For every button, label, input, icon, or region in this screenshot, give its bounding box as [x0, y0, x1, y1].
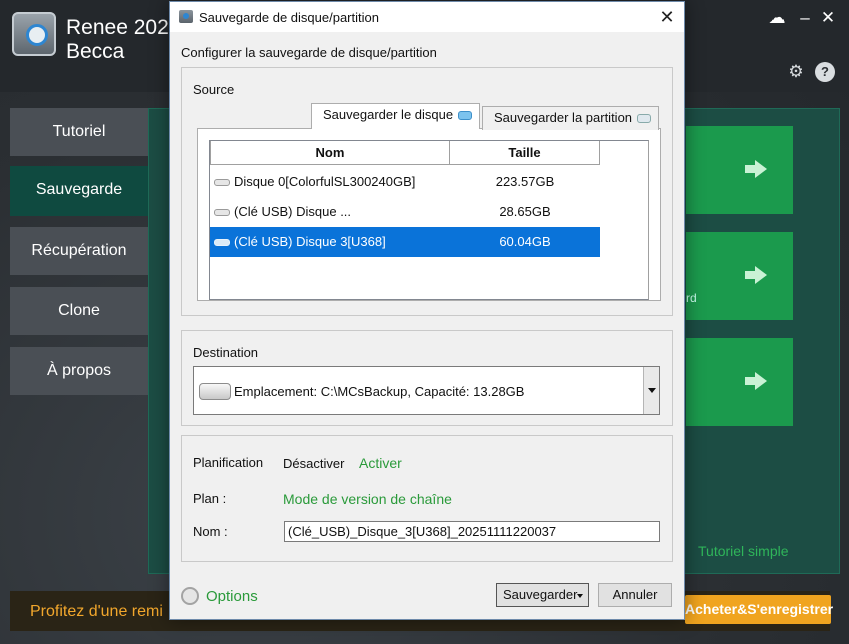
simple-tutorial-link[interactable]: Tutoriel simple [698, 543, 789, 559]
feature-tile-1[interactable] [686, 126, 793, 214]
schedule-enable-link[interactable]: Activer [359, 455, 402, 471]
usb-disk-icon [214, 239, 230, 246]
schedule-disable-option[interactable]: Désactiver [283, 456, 344, 471]
arrow-right-icon [745, 160, 767, 178]
feature-tile-2[interactable] [686, 232, 793, 320]
disk-list: Nom Taille Disque 0[ColorfulSL300240GB] … [209, 140, 649, 300]
cancel-button[interactable]: Annuler [598, 583, 672, 607]
dialog-close-icon[interactable]: ✕ [656, 6, 678, 28]
schedule-label: Planification [193, 455, 264, 470]
chevron-down-icon[interactable] [643, 367, 659, 414]
usb-disk-icon [214, 209, 230, 216]
dialog-app-icon [179, 10, 193, 23]
app-user-name: Becca [66, 40, 125, 63]
minimize-icon[interactable]: – [794, 8, 816, 28]
plan-mode-link[interactable]: Mode de version de chaîne [283, 491, 452, 507]
app-logo-icon [12, 12, 56, 56]
disk-row-selected[interactable]: (Clé USB) Disque 3[U368] 60.04GB [210, 227, 600, 257]
source-label: Source [193, 82, 235, 97]
arrow-right-icon [745, 372, 767, 390]
nav-item-a-propos[interactable]: À propos [10, 347, 148, 395]
disk-size: 60.04GB [499, 234, 551, 249]
settings-gear-icon[interactable]: ⚙ [786, 62, 806, 82]
plan-label: Plan : [193, 491, 227, 506]
app-name: Renee 202 [66, 16, 169, 39]
partition-icon [637, 114, 652, 124]
disk-size: 28.65GB [499, 204, 551, 219]
chevron-down-icon[interactable] [577, 594, 583, 598]
promo-text: Profitez d'une remi [30, 603, 163, 620]
arrow-right-icon [745, 266, 767, 284]
feature-tile-3[interactable] [686, 338, 793, 426]
name-label: Nom : [193, 524, 228, 539]
app-close-icon[interactable]: ✕ [817, 8, 839, 28]
nav-item-recuperation[interactable]: Récupération [10, 227, 148, 275]
disk-row[interactable]: Disque 0[ColorfulSL300240GB] 223.57GB [210, 167, 600, 197]
nav-item-tutoriel[interactable]: Tutoriel [10, 108, 148, 156]
disk-name: (Clé USB) Disque 3[U368] [234, 234, 386, 249]
dialog-title: Sauvegarde de disque/partition [199, 10, 379, 25]
options-link[interactable]: Options [206, 588, 258, 605]
disk-icon [214, 179, 230, 186]
disk-name: Disque 0[ColorfulSL300240GB] [234, 174, 416, 189]
drive-icon [199, 383, 231, 400]
column-header-taille[interactable]: Taille [449, 141, 600, 165]
options-icon[interactable] [181, 587, 199, 605]
help-icon[interactable]: ? [815, 62, 835, 82]
backup-name-field[interactable]: (Clé_USB)_Disque_3[U368]_20251111220037 [284, 521, 660, 542]
tab-label: Sauvegarder la partition [494, 110, 633, 125]
backup-dialog: Sauvegarde de disque/partition ✕ Configu… [169, 1, 685, 620]
dialog-heading: Configurer la sauvegarde de disque/parti… [181, 45, 437, 60]
disk-row[interactable]: (Clé USB) Disque ... 28.65GB [210, 197, 600, 227]
tab-label: Sauvegarder le disque [323, 107, 454, 122]
tab-backup-partition[interactable]: Sauvegarder la partition [482, 106, 659, 130]
destination-label: Destination [193, 345, 259, 360]
skin-icon[interactable]: ☁ [766, 8, 788, 28]
buy-register-button[interactable]: Acheter&S'enregistrer [685, 595, 833, 624]
destination-select[interactable]: Emplacement: C:\MCsBackup, Capacité: 13.… [193, 366, 660, 415]
nav-item-clone[interactable]: Clone [10, 287, 148, 335]
destination-value: Emplacement: C:\MCsBackup, Capacité: 13.… [234, 384, 525, 399]
disk-size: 223.57GB [495, 174, 555, 189]
save-button[interactable]: Sauvegarder [496, 583, 589, 607]
tab-backup-disk[interactable]: Sauvegarder le disque [311, 103, 480, 129]
tile-label-fragment: rd [686, 291, 697, 305]
disk-name: (Clé USB) Disque ... [234, 204, 352, 219]
save-button-label: Sauvegarder [503, 587, 578, 602]
nav-item-sauvegarde[interactable]: Sauvegarde [10, 166, 148, 216]
column-header-nom[interactable]: Nom [210, 141, 450, 165]
disk-icon [458, 111, 473, 121]
